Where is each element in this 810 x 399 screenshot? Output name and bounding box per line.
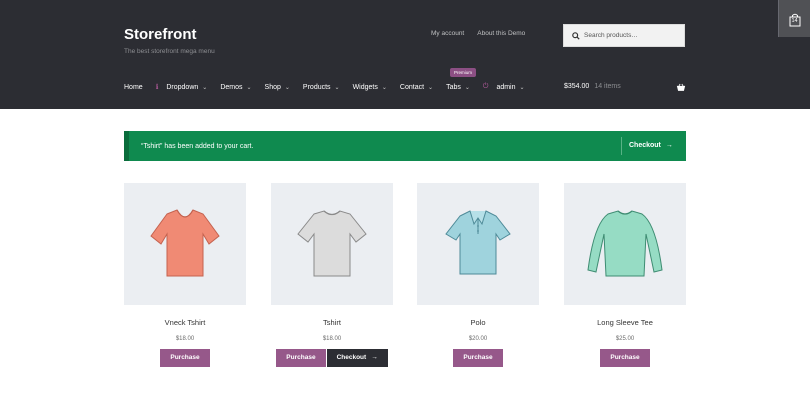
arrow-right-icon: → bbox=[665, 142, 673, 149]
product-name[interactable]: Long Sleeve Tee bbox=[564, 318, 686, 327]
tshirt-image bbox=[297, 210, 367, 277]
product-card: Vneck Tshirt $18.00 Purchase bbox=[124, 183, 246, 367]
nav-label: Home bbox=[124, 83, 143, 91]
chevron-down-icon: ⌄ bbox=[284, 84, 290, 91]
about-demo-link[interactable]: About this Demo bbox=[477, 30, 525, 37]
polo-image bbox=[445, 210, 511, 275]
chevron-down-icon: ⌄ bbox=[334, 84, 340, 91]
side-cart-count: 14 bbox=[791, 18, 798, 24]
search-icon bbox=[572, 31, 580, 40]
product-card: Polo $20.00 Purchase bbox=[417, 183, 539, 367]
product-name[interactable]: Vneck Tshirt bbox=[124, 318, 246, 327]
nav-label: Products bbox=[302, 83, 331, 91]
purchase-button[interactable]: Purchase bbox=[160, 349, 210, 367]
notice-checkout-link[interactable]: Checkout → bbox=[629, 142, 673, 149]
product-name[interactable]: Tshirt bbox=[271, 318, 393, 327]
nav-item-home[interactable]: Home bbox=[124, 84, 143, 91]
chevron-down-icon: ⌄ bbox=[381, 84, 387, 91]
vneck-tshirt-image bbox=[150, 209, 220, 277]
notice-message: “Tshirt” has been added to your cart. bbox=[141, 142, 254, 150]
nav-item-admin[interactable]: ⏻ admin ⌄ bbox=[483, 83, 525, 91]
nav-label: Demos bbox=[220, 83, 243, 91]
nav-item-widgets[interactable]: Widgets ⌄ bbox=[353, 84, 387, 91]
product-card: Tshirt $18.00 Purchase Checkout → bbox=[271, 183, 393, 367]
nav-label: Shop bbox=[264, 83, 281, 91]
chevron-down-icon: ⌄ bbox=[428, 84, 434, 91]
product-price: $20.00 bbox=[468, 336, 488, 342]
main-nav: Home ℹ Dropdown ⌄ Demos ⌄ Shop ⌄ Products ⌄ W… bbox=[124, 83, 538, 91]
product-price: $18.00 bbox=[322, 336, 342, 342]
chevron-down-icon: ⌄ bbox=[202, 84, 208, 91]
nav-label: Contact bbox=[399, 83, 425, 91]
nav-label: admin bbox=[496, 83, 516, 91]
branding: Storefront The best storefront mega menu bbox=[124, 26, 215, 55]
product-price: $18.00 bbox=[175, 336, 195, 342]
header-cart[interactable]: $354.00 14 items bbox=[564, 83, 621, 90]
side-cart-toggle[interactable]: 14 bbox=[778, 0, 810, 37]
product-card: Long Sleeve Tee $25.00 Purchase bbox=[564, 183, 686, 367]
cart-notice: “Tshirt” has been added to your cart. Ch… bbox=[124, 131, 686, 161]
checkout-button[interactable]: Checkout → bbox=[326, 349, 388, 367]
notice-divider bbox=[621, 137, 622, 155]
nav-item-demos[interactable]: Demos ⌄ bbox=[220, 84, 251, 91]
product-image[interactable] bbox=[271, 183, 393, 305]
product-price: $25.00 bbox=[615, 336, 635, 342]
product-image[interactable] bbox=[417, 183, 539, 305]
nav-item-contact[interactable]: Contact ⌄ bbox=[400, 84, 433, 91]
info-icon: ℹ bbox=[155, 84, 159, 91]
nav-item-dropdown[interactable]: ℹ Dropdown ⌄ bbox=[155, 83, 208, 92]
nav-item-products[interactable]: Products ⌄ bbox=[303, 84, 340, 91]
purchase-button[interactable]: Purchase bbox=[600, 349, 650, 367]
secondary-nav: My account About this Demo bbox=[431, 30, 525, 37]
long-sleeve-tee-image bbox=[587, 210, 663, 277]
notice-checkout-label: Checkout bbox=[629, 142, 661, 149]
chevron-down-icon: ⌄ bbox=[464, 84, 470, 91]
power-icon: ⏻ bbox=[482, 83, 489, 90]
cart-item-count: 14 items bbox=[594, 83, 621, 90]
product-image[interactable] bbox=[124, 183, 246, 305]
site-description: The best storefront mega menu bbox=[124, 48, 215, 55]
nav-label: Dropdown bbox=[166, 83, 199, 91]
basket-icon[interactable] bbox=[676, 83, 686, 92]
nav-item-tabs[interactable]: Tabs ⌄ bbox=[446, 84, 470, 91]
arrow-right-icon: → bbox=[371, 354, 378, 361]
premium-badge: Premium bbox=[450, 68, 477, 77]
purchase-button[interactable]: Purchase bbox=[453, 349, 503, 367]
product-search[interactable] bbox=[563, 24, 685, 47]
nav-item-shop[interactable]: Shop ⌄ bbox=[265, 84, 290, 91]
site-title[interactable]: Storefront bbox=[124, 26, 215, 43]
chevron-down-icon: ⌄ bbox=[519, 84, 525, 91]
cart-total: $354.00 bbox=[564, 83, 590, 90]
checkout-label: Checkout bbox=[336, 354, 367, 361]
site-header: Storefront The best storefront mega menu… bbox=[0, 0, 810, 109]
purchase-button[interactable]: Purchase bbox=[276, 349, 326, 367]
search-input[interactable] bbox=[584, 32, 684, 39]
chevron-down-icon: ⌄ bbox=[246, 84, 252, 91]
product-image[interactable] bbox=[564, 183, 686, 305]
my-account-link[interactable]: My account bbox=[431, 30, 464, 37]
product-name[interactable]: Polo bbox=[417, 318, 539, 327]
nav-label: Tabs bbox=[446, 83, 461, 91]
nav-label: Widgets bbox=[352, 83, 378, 91]
